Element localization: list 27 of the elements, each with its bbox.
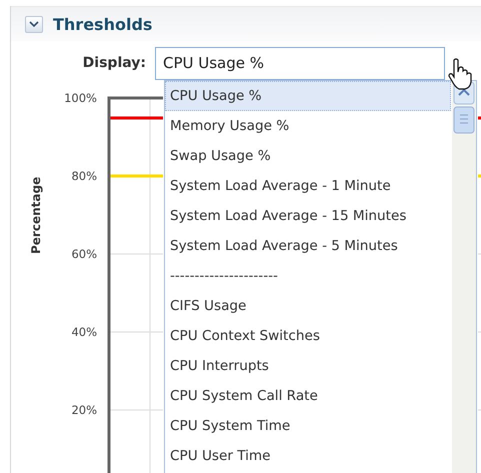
- y-tick-label: 100%: [64, 91, 97, 105]
- dropdown-option[interactable]: CPU System Time: [165, 411, 451, 441]
- dropdown-option[interactable]: CPU Interrupts: [165, 351, 451, 381]
- dropdown-option[interactable]: System Load Average - 1 Minute: [165, 171, 451, 201]
- y-axis-title: Percentage: [29, 176, 43, 254]
- y-tick-label: 60%: [71, 247, 97, 261]
- y-tick-label: 20%: [71, 403, 97, 417]
- dropdown-option[interactable]: ----------------------: [165, 261, 451, 291]
- y-tick-label: 40%: [71, 325, 97, 339]
- dropdown-option[interactable]: Memory Usage %: [165, 111, 451, 141]
- dropdown-option[interactable]: CPU System Call Rate: [165, 381, 451, 411]
- collapse-toggle[interactable]: [25, 16, 43, 32]
- dropdown-option[interactable]: System Load Average - 5 Minutes: [165, 231, 451, 261]
- dropdown-option[interactable]: CPU Context Switches: [165, 321, 451, 351]
- y-tick-label: 80%: [71, 169, 97, 183]
- dropdown-option[interactable]: System Load Average - 15 Minutes: [165, 201, 451, 231]
- chevron-down-icon: [29, 20, 39, 28]
- dropdown-option[interactable]: CPU User Time: [165, 441, 451, 471]
- scrollbar[interactable]: [452, 81, 476, 473]
- dropdown-option[interactable]: CIFS Usage: [165, 291, 451, 321]
- dropdown-option[interactable]: Swap Usage %: [165, 141, 451, 171]
- scroll-thumb[interactable]: [454, 106, 474, 134]
- section-title: Thresholds: [53, 14, 152, 34]
- display-select[interactable]: CPU Usage %: [155, 46, 445, 80]
- display-label: Display:: [82, 55, 147, 71]
- hand-cursor-icon: [448, 57, 472, 91]
- dropdown-option[interactable]: CPU Usage %: [165, 81, 451, 111]
